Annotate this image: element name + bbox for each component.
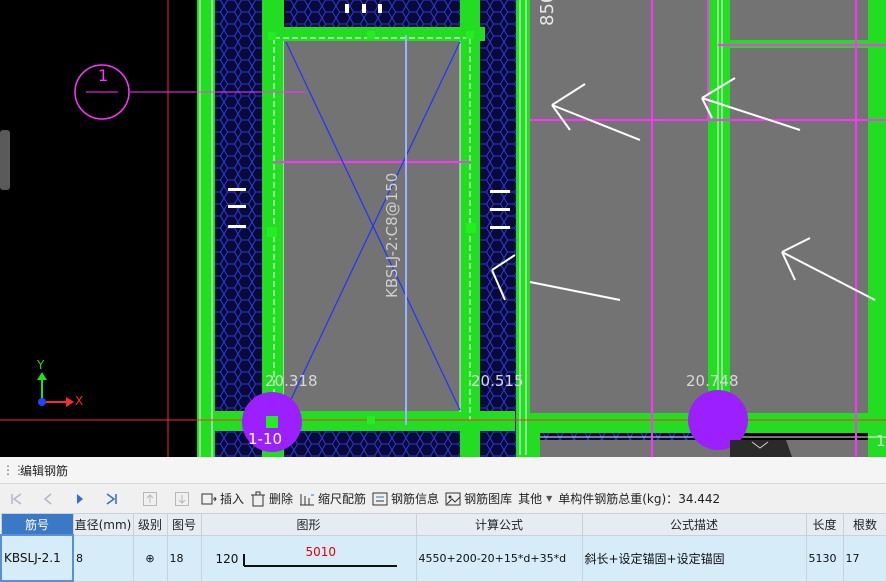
edit-rebar-panel: ⋮⋮ 编辑钢筋 插入 删除 缩尺配筋 钢筋信息 钢筋图库 其他 ▼ 单构件钢筋总… bbox=[0, 457, 886, 582]
rebar-table: 筋号 直径(mm) 级别 图号 图形 计算公式 公式描述 长度 根数 KBSLJ… bbox=[0, 513, 886, 582]
delete-button[interactable]: 删除 bbox=[247, 488, 296, 510]
move-down-icon[interactable] bbox=[174, 491, 190, 507]
cell-length[interactable]: 5130 bbox=[805, 534, 844, 582]
cell-diameter[interactable]: 8 bbox=[72, 534, 134, 582]
col-diameter[interactable]: 直径(mm) bbox=[72, 513, 134, 536]
scale-rebar-icon bbox=[299, 491, 315, 507]
insert-button[interactable]: 插入 bbox=[198, 488, 247, 510]
cell-grade[interactable]: ⊕ bbox=[132, 534, 168, 582]
right-edge-digit: 1 bbox=[876, 432, 886, 450]
cell-count[interactable]: 17 bbox=[842, 534, 886, 582]
elevation-label-1: 20.318 bbox=[265, 372, 318, 390]
rebar-label[interactable]: KBSLJ-2:C8@150 bbox=[383, 173, 401, 298]
table-row[interactable]: KBSLJ-2.1 8 ⊕ 18 120 5010 4550+200-20+15… bbox=[0, 534, 886, 582]
cad-canvas[interactable]: 850 KBSLJ-2:C8@150 20.318 20.515 20.748 … bbox=[0, 0, 886, 457]
axis-tag: 1-10 bbox=[248, 430, 283, 448]
col-bar-no[interactable]: 筋号 bbox=[0, 513, 74, 536]
col-description[interactable]: 公式描述 bbox=[581, 513, 807, 536]
chevron-down-icon: ▼ bbox=[546, 494, 553, 503]
panel-title: 编辑钢筋 bbox=[20, 463, 69, 478]
rebar-library-button[interactable]: 钢筋图库 bbox=[442, 488, 515, 510]
elevation-label-3: 20.748 bbox=[686, 372, 739, 390]
next-record-icon[interactable] bbox=[72, 491, 88, 507]
other-dropdown[interactable]: 其他 ▼ bbox=[515, 488, 555, 510]
cell-figure-no[interactable]: 18 bbox=[166, 534, 202, 582]
prev-record-icon[interactable] bbox=[40, 491, 56, 507]
last-record-icon[interactable] bbox=[104, 491, 120, 507]
elevation-label-2: 20.515 bbox=[471, 372, 524, 390]
scale-rebar-button[interactable]: 缩尺配筋 bbox=[296, 488, 369, 510]
axis-x-label: X bbox=[75, 394, 84, 408]
first-record-icon[interactable] bbox=[8, 491, 24, 507]
axis-y-label: Y bbox=[37, 358, 45, 372]
panel-title-bar[interactable]: ⋮⋮ 编辑钢筋 bbox=[0, 457, 886, 484]
table-header-row: 筋号 直径(mm) 级别 图号 图形 计算公式 公式描述 长度 根数 bbox=[0, 513, 886, 536]
cell-bar-no[interactable]: KBSLJ-2.1 bbox=[0, 534, 74, 582]
col-formula[interactable]: 计算公式 bbox=[415, 513, 583, 536]
col-figure-no[interactable]: 图号 bbox=[166, 513, 202, 536]
trash-icon bbox=[250, 491, 266, 507]
drag-grip-icon[interactable]: ⋮⋮ bbox=[2, 463, 25, 477]
dimension-label: 850 bbox=[537, 0, 558, 26]
move-up-icon[interactable] bbox=[142, 491, 158, 507]
total-weight: 单构件钢筋总重(kg)： 34.442 bbox=[558, 491, 721, 507]
grid-circle-mark: 1 bbox=[98, 66, 109, 85]
insert-icon bbox=[201, 491, 217, 507]
rebar-library-icon bbox=[445, 491, 461, 507]
cell-shape[interactable]: 120 5010 bbox=[200, 534, 417, 582]
cell-description[interactable]: 斜长+设定锚固+设定锚固 bbox=[581, 534, 807, 582]
rebar-shape-icon bbox=[242, 553, 397, 567]
col-count[interactable]: 根数 bbox=[842, 513, 886, 536]
rebar-info-icon bbox=[372, 491, 388, 507]
col-grade[interactable]: 级别 bbox=[132, 513, 168, 536]
cell-formula[interactable]: 4550+200-20+15*d+35*d bbox=[415, 534, 583, 582]
panel-toolbar: 插入 删除 缩尺配筋 钢筋信息 钢筋图库 其他 ▼ 单构件钢筋总重(kg)： 3… bbox=[0, 484, 886, 513]
rebar-info-button[interactable]: 钢筋信息 bbox=[369, 488, 442, 510]
cad-drawing bbox=[0, 0, 886, 457]
col-shape[interactable]: 图形 bbox=[200, 513, 417, 536]
col-length[interactable]: 长度 bbox=[805, 513, 844, 536]
